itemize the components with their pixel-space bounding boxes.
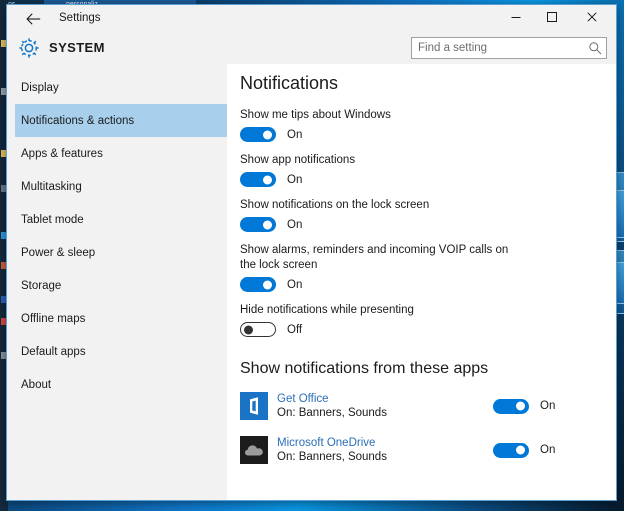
sidebar-item-about[interactable]: About (15, 368, 227, 401)
setting-row-app-notifications: Show app notifications On (240, 153, 616, 187)
toggle-hide-while-presenting[interactable] (240, 322, 276, 337)
sidebar-item-label: Storage (21, 280, 61, 292)
setting-label: Show notifications on the lock screen (240, 198, 518, 213)
toggle-state-label: Off (287, 324, 302, 336)
toggle-knob (263, 175, 272, 184)
toggle-state-label: On (287, 219, 302, 231)
close-icon (586, 10, 598, 28)
sidebar-top-spacer (7, 64, 227, 71)
toggle-get-office[interactable] (493, 399, 529, 414)
onedrive-cloud-icon (240, 436, 268, 464)
back-arrow-icon (26, 13, 41, 25)
sidebar-navigation: Display Notifications & actions Apps & f… (7, 64, 227, 501)
maximize-icon (546, 10, 558, 28)
sidebar-item-notifications-and-actions[interactable]: Notifications & actions (15, 104, 227, 137)
sidebar-item-default-apps[interactable]: Default apps (15, 335, 227, 368)
app-name[interactable]: Microsoft OneDrive (277, 436, 387, 450)
settings-content-pane: Notifications Show me tips about Windows… (227, 64, 616, 501)
search-icon[interactable] (588, 41, 602, 55)
setting-label: Hide notifications while presenting (240, 303, 518, 318)
sidebar-item-label: Power & sleep (21, 247, 95, 259)
setting-label: Show alarms, reminders and incoming VOIP… (240, 243, 518, 273)
sidebar-item-label: Offline maps (21, 313, 85, 325)
app-toggle-wrap-get-office: On (493, 399, 555, 414)
page-title: Notifications (240, 73, 616, 94)
office-icon (240, 392, 268, 420)
app-status-detail: On: Banners, Sounds (277, 406, 387, 421)
toggle-state-label: On (287, 174, 302, 186)
toggle-knob (263, 130, 272, 139)
search-input[interactable] (412, 38, 588, 58)
app-name[interactable]: Get Office (277, 392, 387, 406)
minimize-icon (510, 10, 522, 28)
toggle-state-label: On (287, 279, 302, 291)
sidebar-item-multitasking[interactable]: Multitasking (15, 170, 227, 203)
toggle-state-label: On (287, 129, 302, 141)
window-title: Settings (59, 5, 101, 32)
app-row-get-office[interactable]: Get Office On: Banners, Sounds On (240, 386, 616, 426)
sidebar-item-tablet-mode[interactable]: Tablet mode (15, 203, 227, 236)
toggle-knob (244, 325, 253, 334)
settings-window: Settings (6, 4, 617, 501)
toggle-state-label: On (540, 400, 555, 412)
search-box[interactable] (411, 37, 607, 59)
settings-body: Display Notifications & actions Apps & f… (7, 64, 616, 501)
sidebar-item-storage[interactable]: Storage (15, 269, 227, 302)
toggle-show-tips[interactable] (240, 127, 276, 142)
toggle-app-notifications[interactable] (240, 172, 276, 187)
minimize-button[interactable] (498, 5, 534, 32)
sidebar-item-label: Tablet mode (21, 214, 84, 226)
close-button[interactable] (574, 5, 610, 32)
sidebar-item-offline-maps[interactable]: Offline maps (15, 302, 227, 335)
setting-row-lock-screen-notifications: Show notifications on the lock screen On (240, 198, 616, 232)
sidebar-item-label: Apps & features (21, 148, 103, 160)
setting-label: Show app notifications (240, 153, 518, 168)
sidebar-item-label: Display (21, 82, 59, 94)
apps-section-title: Show notifications from these apps (240, 360, 616, 378)
sidebar-item-apps-and-features[interactable]: Apps & features (15, 137, 227, 170)
toggle-knob (516, 402, 525, 411)
window-titlebar: Settings (7, 5, 616, 32)
app-status-detail: On: Banners, Sounds (277, 450, 387, 465)
settings-header: SYSTEM (7, 32, 616, 64)
sidebar-item-label: Notifications & actions (21, 115, 134, 127)
page-category-title: SYSTEM (49, 32, 105, 64)
toggle-knob (516, 446, 525, 455)
app-row-microsoft-onedrive[interactable]: Microsoft OneDrive On: Banners, Sounds O… (240, 430, 616, 470)
sidebar-item-power-and-sleep[interactable]: Power & sleep (15, 236, 227, 269)
sidebar-item-display[interactable]: Display (15, 71, 227, 104)
app-toggle-wrap-microsoft-onedrive: On (493, 443, 555, 458)
toggle-knob (263, 220, 272, 229)
toggle-lock-screen-notifications[interactable] (240, 217, 276, 232)
maximize-button[interactable] (534, 5, 570, 32)
toggle-state-label: On (540, 444, 555, 456)
setting-row-alarms-reminders-voip: Show alarms, reminders and incoming VOIP… (240, 243, 616, 292)
sidebar-item-label: About (21, 379, 51, 391)
setting-label: Show me tips about Windows (240, 108, 518, 123)
setting-row-show-tips: Show me tips about Windows On (240, 108, 616, 142)
back-button[interactable] (11, 5, 55, 32)
setting-row-hide-while-presenting: Hide notifications while presenting Off (240, 303, 616, 337)
toggle-alarms-reminders-voip[interactable] (240, 277, 276, 292)
sidebar-item-label: Multitasking (21, 181, 82, 193)
toggle-microsoft-onedrive[interactable] (493, 443, 529, 458)
toggle-knob (263, 280, 272, 289)
gear-icon (17, 36, 41, 60)
sidebar-item-label: Default apps (21, 346, 86, 358)
